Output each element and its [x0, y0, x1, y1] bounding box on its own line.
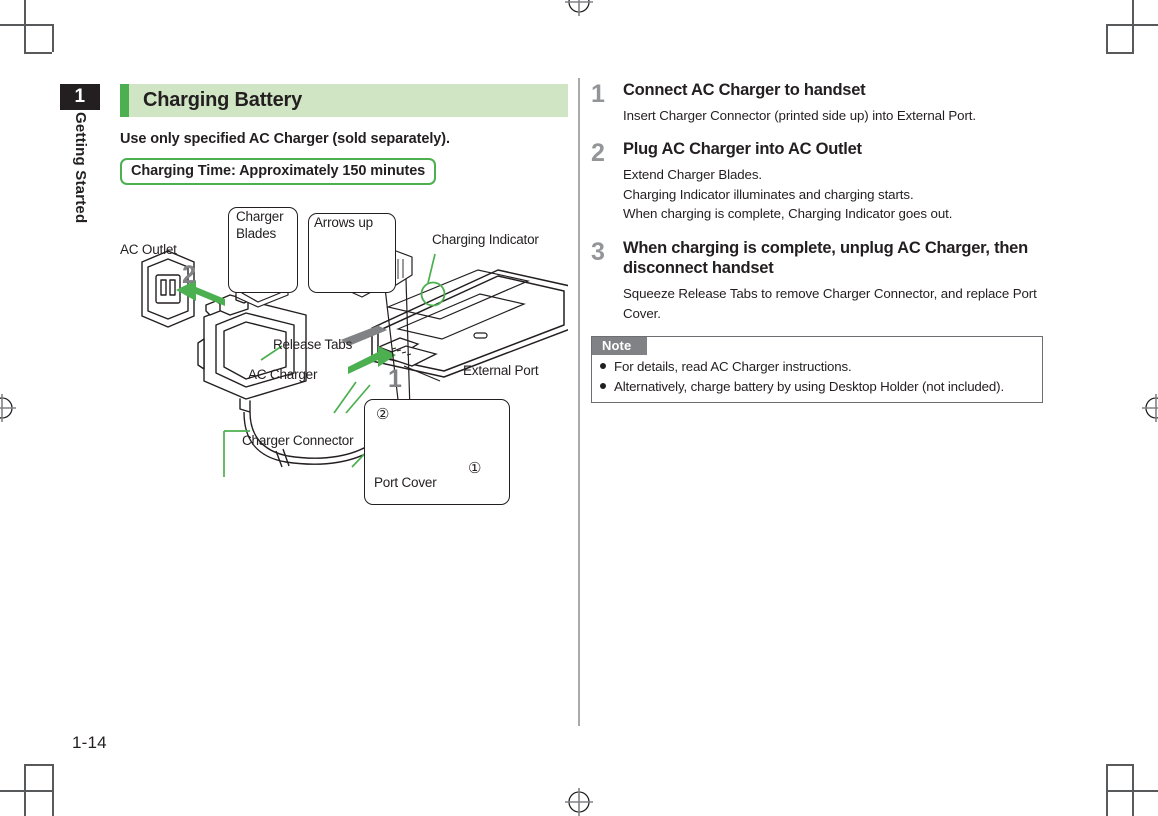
crop-mark-tr-v2 — [1106, 24, 1108, 52]
crop-mark-tl-v — [24, 0, 26, 52]
crop-mark-tr-v — [1132, 0, 1134, 52]
figure-step-marker-1: 1 — [388, 365, 402, 393]
crop-mark-br-v2 — [1106, 764, 1108, 816]
manual-page: 1 Getting Started Charging Battery Use o… — [0, 0, 1158, 816]
label-port-cover: Port Cover — [374, 475, 437, 490]
page-title: Charging Battery — [143, 89, 303, 111]
label-external-port: External Port — [463, 363, 539, 378]
crop-mark-br-h2 — [1106, 764, 1134, 766]
label-charger-blades-line1: Charger — [236, 209, 284, 224]
crop-mark-bl-v — [24, 764, 26, 816]
crop-mark-tl-h — [0, 24, 52, 26]
step-3-number: 3 — [591, 237, 605, 266]
note-item: Alternatively, charge battery by using D… — [592, 377, 1042, 397]
crop-mark-br-v — [1132, 764, 1134, 816]
label-ac-outlet: AC Outlet — [120, 242, 177, 257]
label-charger-connector: Charger Connector — [242, 433, 354, 448]
note-list: For details, read AC Charger instruction… — [592, 357, 1042, 397]
step-3-desc: Squeeze Release Tabs to remove Charger C… — [623, 286, 1037, 321]
left-column: Charging Battery Use only specified AC C… — [120, 84, 568, 519]
bullet-icon — [600, 363, 606, 370]
section-header: Charging Battery — [120, 84, 568, 117]
step-1-desc: Insert Charger Connector (printed side u… — [623, 107, 976, 123]
figure-circled-2: ② — [376, 406, 390, 423]
crop-mark-bl-h2 — [24, 764, 52, 766]
label-charging-indicator: Charging Indicator — [432, 232, 539, 247]
registration-mark-left — [0, 394, 16, 422]
label-charger-blades-line2: Blades — [236, 226, 277, 241]
right-column: 1 Connect AC Charger to handset Insert C… — [591, 80, 1043, 404]
crop-mark-bl-h — [0, 790, 52, 792]
note-box: Note For details, read AC Charger instru… — [591, 336, 1043, 404]
crop-mark-tr-h2 — [1106, 52, 1134, 54]
crop-mark-tl-h2 — [24, 52, 52, 54]
page-number: 1-14 — [72, 733, 107, 752]
chapter-name-label: Getting Started — [72, 112, 89, 224]
step-1-title: Connect AC Charger to handset — [623, 81, 866, 99]
label-arrows-up: Arrows up — [314, 215, 373, 230]
step-1-number: 1 — [591, 80, 605, 108]
chapter-name-vertical: Getting Started — [60, 112, 100, 272]
label-ac-charger: AC Charger — [248, 367, 318, 382]
charging-diagram: AC Outlet Charger Blades Arrows up Charg… — [120, 199, 568, 519]
chapter-number-tab: 1 — [60, 84, 100, 110]
note-item-text: Alternatively, charge battery by using D… — [614, 379, 1004, 395]
registration-mark-top — [565, 0, 593, 16]
figure-circled-1: ① — [468, 460, 482, 477]
chapter-number: 1 — [74, 86, 86, 107]
step-2-title: Plug AC Charger into AC Outlet — [623, 140, 862, 159]
registration-mark-bottom — [565, 788, 593, 816]
crop-mark-tl-v2 — [52, 24, 54, 52]
step-3: 3 When charging is complete, unplug AC C… — [591, 238, 1043, 324]
lead-text: Use only specified AC Charger (sold sepa… — [120, 131, 450, 147]
note-heading: Note — [592, 337, 648, 356]
bullet-icon — [600, 383, 606, 390]
charging-time-box: Charging Time: Approximately 150 minutes — [120, 158, 437, 185]
crop-mark-bl-v2 — [52, 764, 54, 816]
figure-step-marker-2: 2 — [182, 261, 196, 289]
note-item: For details, read AC Charger instruction… — [592, 357, 1042, 377]
step-2: 2 Plug AC Charger into AC Outlet Extend … — [591, 139, 1043, 223]
label-release-tabs: Release Tabs — [273, 337, 353, 352]
step-3-title: When charging is complete, unplug AC Cha… — [623, 238, 1028, 278]
section-accent-bar — [120, 84, 129, 117]
step-2-number: 2 — [591, 139, 605, 168]
step-2-desc: Extend Charger Blades. Charging Indicato… — [623, 167, 953, 222]
registration-mark-right — [1142, 394, 1158, 422]
note-item-text: For details, read AC Charger instruction… — [614, 359, 852, 375]
step-1: 1 Connect AC Charger to handset Insert C… — [591, 80, 1043, 125]
column-divider — [578, 78, 580, 726]
